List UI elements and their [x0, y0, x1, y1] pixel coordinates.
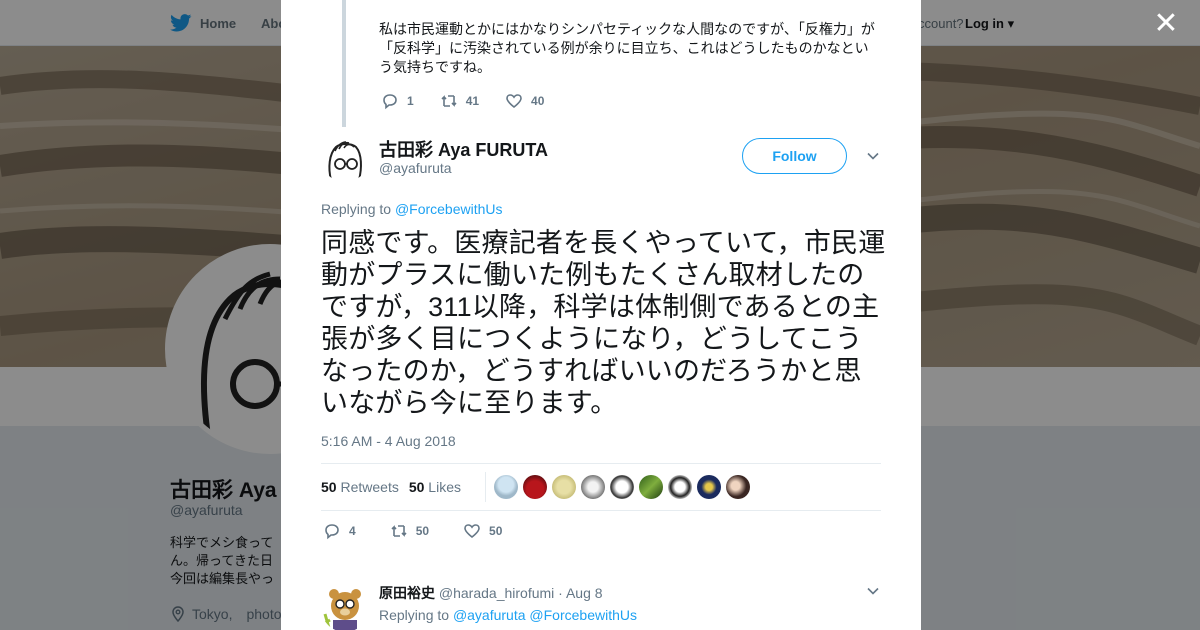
- retweet-icon: [391, 525, 407, 537]
- retweet-icon: [441, 95, 457, 107]
- reply-author-handle[interactable]: @harada_hirofumi: [439, 585, 554, 601]
- tweet-text: 同感です。医療記者を長くやっていて，市民運動がプラスに働いた例もたくさん取材した…: [321, 228, 886, 418]
- like-button[interactable]: 40: [505, 92, 544, 110]
- reply-count: 1: [407, 94, 414, 108]
- retweet-count: 50: [415, 524, 430, 538]
- liker-avatar[interactable]: [522, 475, 547, 499]
- tweet-stats: 50 Retweets 50 Likes: [321, 463, 881, 511]
- retweet-button[interactable]: 41: [440, 92, 479, 110]
- like-count: 40: [531, 94, 545, 108]
- close-icon[interactable]: ✕: [1152, 9, 1180, 39]
- liker-avatar[interactable]: [638, 475, 663, 499]
- likes-stat[interactable]: 50 Likes: [409, 479, 461, 495]
- reply-button[interactable]: 4: [323, 522, 356, 540]
- thread-line: [342, 0, 346, 127]
- retweets-stat-count: 50: [321, 479, 337, 495]
- replying-prefix: Replying to: [321, 201, 392, 217]
- like-button[interactable]: 50: [463, 522, 502, 540]
- parent-tweet-text: 私は市民運動とかにはかなりシンパセティックな人間なのですが、「反権力」が「反科学…: [379, 21, 875, 75]
- liker-avatar[interactable]: [551, 475, 576, 499]
- reply-date[interactable]: · Aug 8: [558, 585, 602, 601]
- follow-button[interactable]: Follow: [742, 138, 847, 174]
- liker-avatar[interactable]: [725, 475, 750, 499]
- parent-tweet-actions: 1 41 40: [381, 92, 570, 110]
- reply-count: 4: [349, 524, 356, 538]
- author-avatar[interactable]: [321, 134, 369, 182]
- likes-stat-count: 50: [408, 479, 425, 495]
- liker-avatar[interactable]: [609, 475, 634, 499]
- reply-replying-link[interactable]: @ayafuruta: [453, 607, 526, 623]
- tweet-timestamp[interactable]: 5:16 AM - 4 Aug 2018: [321, 433, 456, 449]
- likes-stat-label: Likes: [428, 479, 461, 495]
- heart-icon: [464, 524, 480, 539]
- chevron-down-icon[interactable]: [865, 148, 881, 164]
- retweets-stat[interactable]: 50 Retweets: [321, 479, 399, 495]
- reply-icon: [383, 94, 397, 110]
- retweets-stat-label: Retweets: [340, 479, 399, 495]
- reply-replying-to: Replying to @ayafuruta @ForcebewithUs: [379, 607, 637, 623]
- reply-icon: [325, 524, 339, 540]
- reply-author-avatar[interactable]: [321, 584, 369, 630]
- reply-button[interactable]: 1: [381, 92, 414, 110]
- liker-avatar[interactable]: [493, 475, 518, 499]
- likers-avatars: [484, 472, 750, 502]
- retweet-count: 41: [465, 94, 480, 108]
- reply-replying-prefix: Replying to: [379, 607, 450, 623]
- retweet-button[interactable]: 50: [390, 522, 429, 540]
- reply-replying-link[interactable]: @ForcebewithUs: [529, 607, 637, 623]
- tweet-modal: 私は市民運動とかにはかなりシンパセティックな人間なのですが、「反権力」が「反科学…: [281, 0, 921, 630]
- liker-avatar[interactable]: [580, 475, 605, 499]
- chevron-down-icon[interactable]: [865, 583, 881, 599]
- tweet-actions: 4 50 50: [323, 522, 528, 540]
- liker-avatar[interactable]: [667, 475, 692, 499]
- replying-to-link[interactable]: @ForcebewithUs: [395, 201, 503, 217]
- liker-avatar[interactable]: [696, 475, 721, 499]
- replying-to: Replying to @ForcebewithUs: [321, 201, 503, 217]
- author-handle[interactable]: @ayafuruta: [379, 160, 452, 176]
- reply-header: 原田裕史 @harada_hirofumi · Aug 8: [379, 583, 603, 603]
- reply-author-name[interactable]: 原田裕史: [379, 585, 435, 601]
- like-count: 50: [489, 524, 503, 538]
- author-name[interactable]: 古田彩 Aya FURUTA: [379, 136, 548, 162]
- heart-icon: [506, 94, 522, 109]
